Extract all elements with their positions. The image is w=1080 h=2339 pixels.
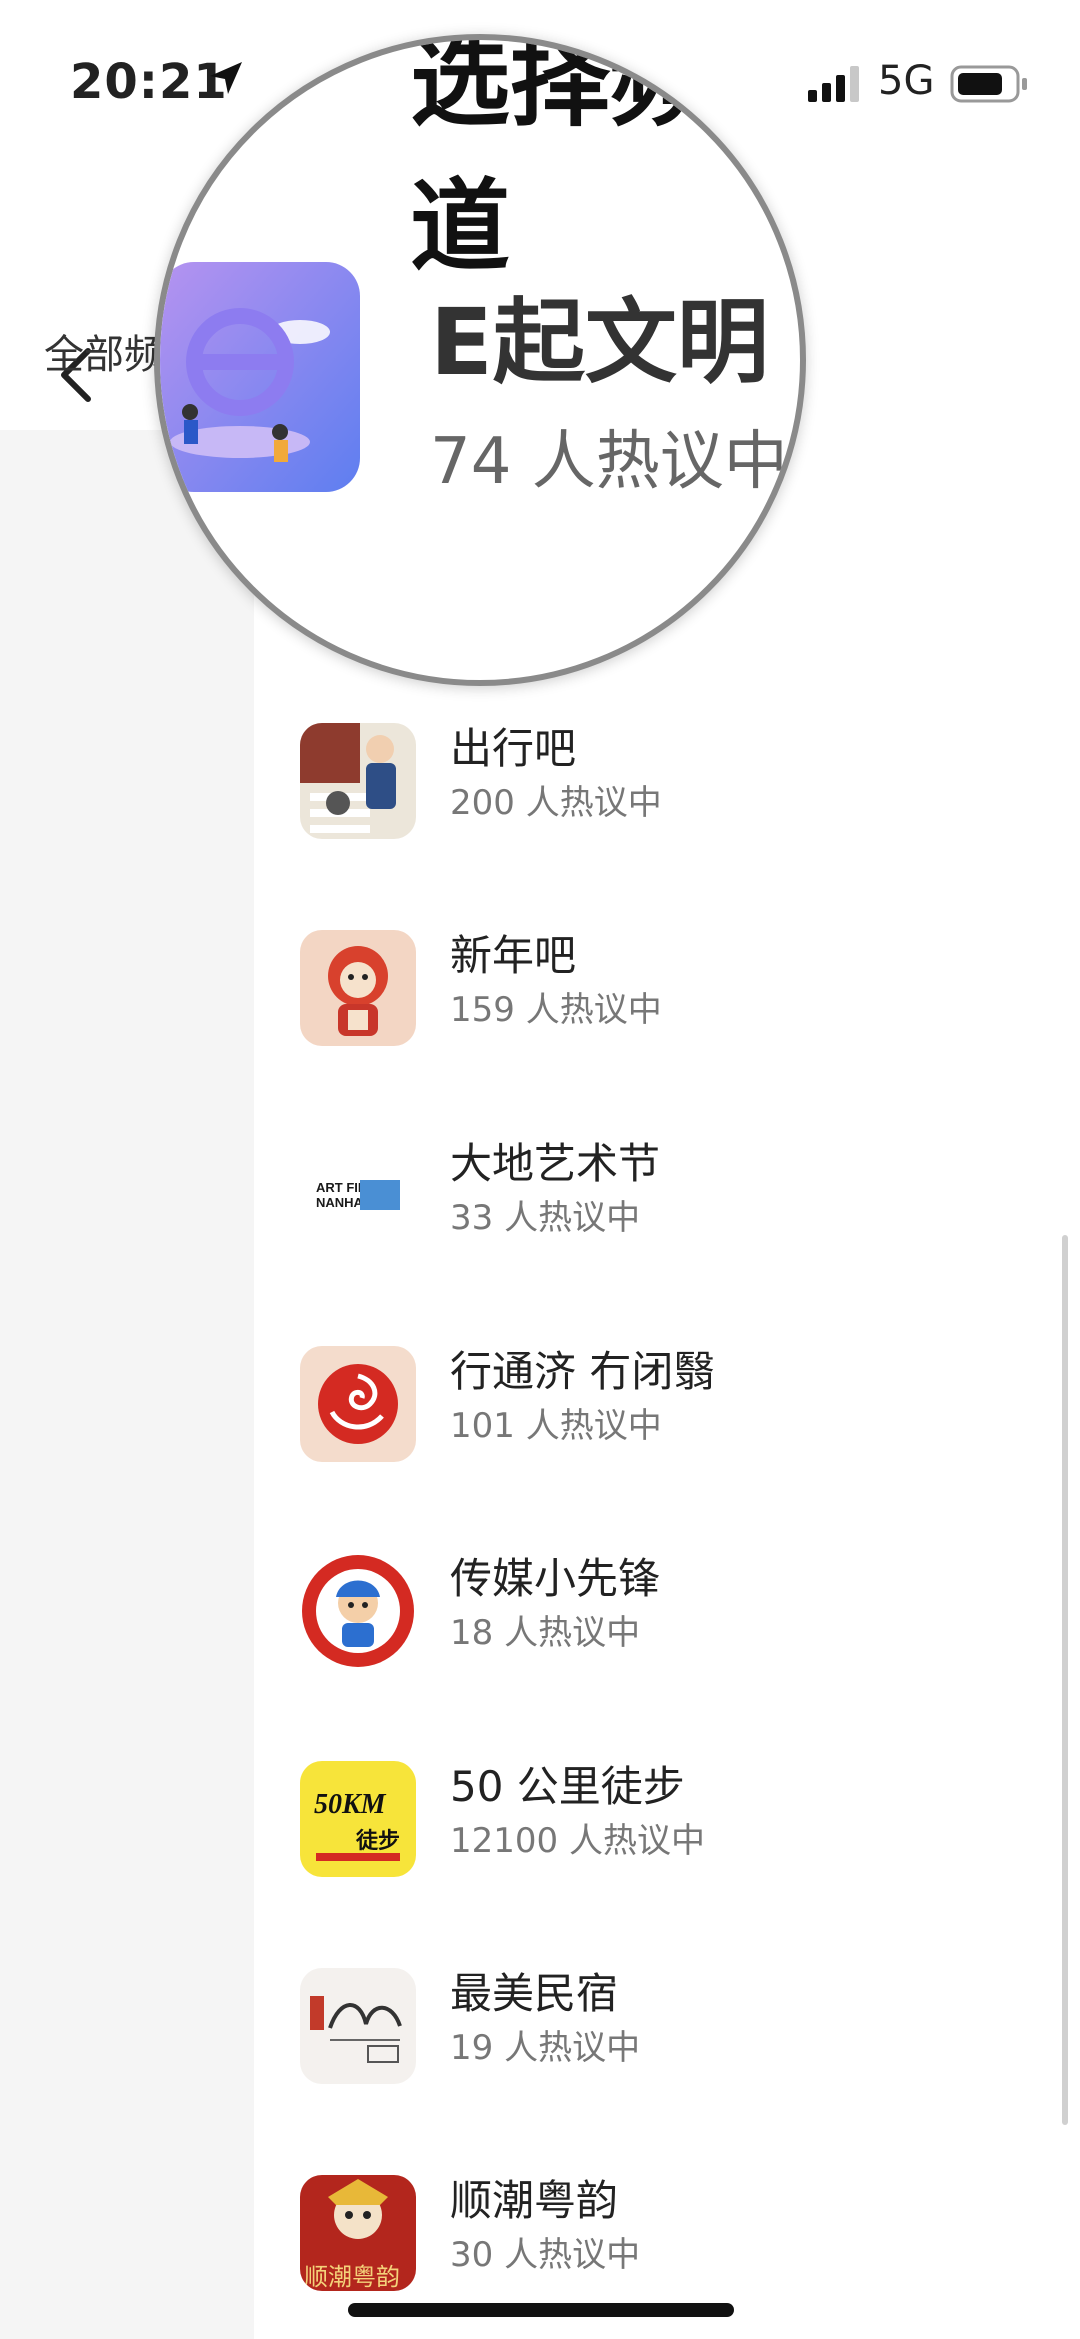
list-item[interactable]: 最美民宿 19 人热议中 bbox=[254, 1960, 1080, 2110]
channel-name: 新年吧 bbox=[450, 931, 577, 980]
tab-all-channels[interactable]: 全部频 bbox=[44, 322, 164, 380]
channel-name: 50 公里徒步 bbox=[450, 1762, 685, 1811]
art-field-icon: ART FIELD NANHAI 2022 bbox=[300, 1138, 416, 1254]
status-time: 20:21 bbox=[70, 54, 228, 110]
channel-list: 出行吧 200 人热议中 新年吧 159 人热议中 ART FIELD NANH… bbox=[254, 430, 1080, 2339]
hike-50km-icon: 50KM 徒步 bbox=[300, 1761, 416, 1877]
list-item[interactable]: 新年吧 159 人热议中 bbox=[254, 922, 1080, 1072]
battery-icon bbox=[950, 65, 1027, 103]
logo-text: 徒步 bbox=[356, 1829, 401, 1854]
logo-text: 顺潮粤韵 bbox=[304, 2263, 400, 2291]
channel-count: 33 人热议中 bbox=[450, 1198, 641, 1238]
network-type: 5G bbox=[878, 58, 935, 104]
homestay-icon bbox=[300, 1968, 416, 2084]
channel-name: E起文明 bbox=[430, 289, 769, 396]
list-item[interactable]: 行通济 冇闭翳 101 人热议中 bbox=[254, 1338, 1080, 1488]
flower-icon bbox=[300, 1346, 416, 1462]
signal-icon bbox=[808, 66, 859, 102]
channel-count: 74 人热议中 bbox=[430, 425, 788, 499]
list-item[interactable]: 50KM 徒步 50 公里徒步 12100 人热议中 bbox=[254, 1753, 1080, 1903]
channel-count: 159 人热议中 bbox=[450, 990, 662, 1030]
opera-icon: 顺潮粤韵 bbox=[300, 2175, 416, 2291]
channel-count: 12100 人热议中 bbox=[450, 1821, 705, 1861]
list-item[interactable]: 出行吧 200 人热议中 bbox=[254, 715, 1080, 865]
channel-count: 200 人热议中 bbox=[450, 783, 662, 823]
category-sidebar bbox=[0, 430, 254, 2339]
channel-name: 大地艺术节 bbox=[450, 1139, 661, 1188]
channel-name: 行通济 冇闭翳 bbox=[450, 1347, 716, 1396]
travel-icon bbox=[300, 723, 416, 839]
new-year-icon bbox=[300, 930, 416, 1046]
channel-name: 出行吧 bbox=[450, 724, 577, 773]
page-title: 选择频道 bbox=[410, 34, 710, 285]
channel-name: 传媒小先锋 bbox=[450, 1554, 661, 1603]
channel-count: 19 人热议中 bbox=[450, 2028, 641, 2068]
list-item[interactable]: 传媒小先锋 18 人热议中 bbox=[254, 1545, 1080, 1695]
location-arrow-icon bbox=[210, 62, 242, 94]
logo-text: 50KM bbox=[314, 1789, 386, 1820]
civilization-channel-icon bbox=[160, 262, 360, 492]
media-pioneer-icon bbox=[300, 1553, 416, 1669]
channel-count: 30 人热议中 bbox=[450, 2235, 641, 2275]
list-item[interactable]: 顺潮粤韵 顺潮粤韵 30 人热议中 bbox=[254, 2167, 1080, 2317]
magnifier-overlay: 选择频道 E起文明 74 人热议中 bbox=[154, 34, 806, 686]
channel-name: 最美民宿 bbox=[450, 1969, 619, 2018]
home-indicator bbox=[348, 2303, 734, 2317]
channel-name: 顺潮粤韵 bbox=[450, 2176, 619, 2225]
list-item[interactable]: ART FIELD NANHAI 2022 大地艺术节 33 人热议中 bbox=[254, 1130, 1080, 1280]
channel-count: 18 人热议中 bbox=[450, 1613, 641, 1653]
scrollbar[interactable] bbox=[1062, 1235, 1068, 2125]
channel-count: 101 人热议中 bbox=[450, 1406, 662, 1446]
